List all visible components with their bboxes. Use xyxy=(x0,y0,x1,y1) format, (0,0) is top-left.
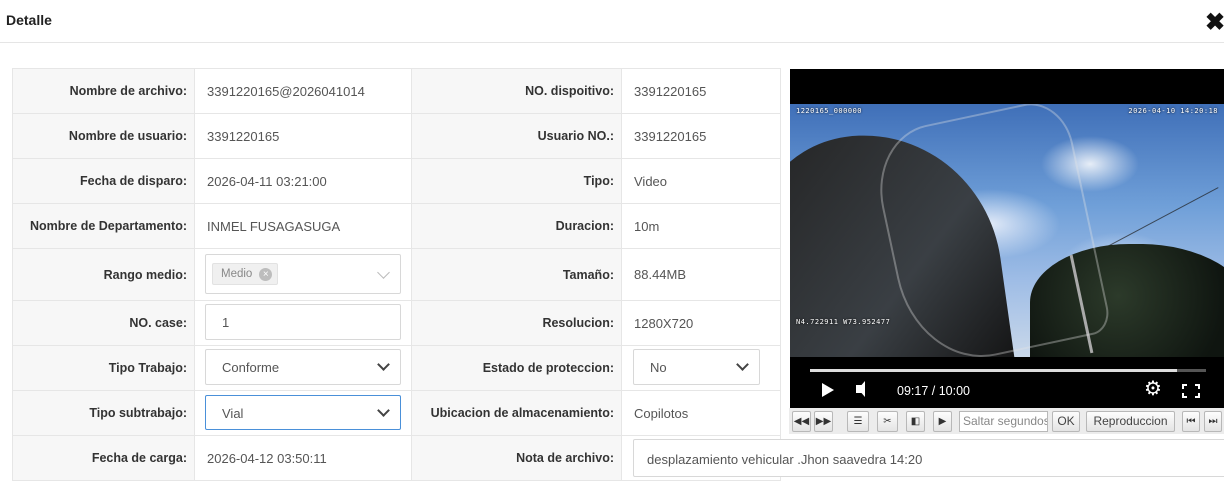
value-no-dispositivo: 3391220165 xyxy=(621,68,781,114)
next-frame-icon[interactable]: ▶ xyxy=(933,411,952,432)
estado-proteccion-value: No xyxy=(650,360,667,375)
tipo-subtrabajo-select[interactable]: Vial xyxy=(205,395,401,430)
list-icon[interactable]: ☰ xyxy=(847,411,869,432)
value-departamento: INMEL FUSAGASUGA xyxy=(194,203,412,249)
gear-icon[interactable]: ⚙ xyxy=(1144,379,1162,399)
label-tipo-trabajo: Tipo Trabajo: xyxy=(12,345,195,391)
player-controls: 09:17 / 10:00 ⚙ xyxy=(790,357,1224,408)
value-nombre-archivo: 3391220165@2026041014 xyxy=(194,68,412,114)
chevron-down-icon xyxy=(377,358,390,371)
osd-timestamp: 2026-04-10 14:20:18 xyxy=(1128,107,1218,115)
value-tipo: Video xyxy=(621,158,781,204)
label-duracion: Duracion: xyxy=(411,203,622,249)
label-tamano: Tamaño: xyxy=(411,248,622,301)
prev-frame-icon[interactable]: ◧ xyxy=(906,411,925,432)
play-icon[interactable] xyxy=(822,383,834,397)
osd-device-id: 1220165_000000 xyxy=(796,107,863,115)
value-duracion: 10m xyxy=(621,203,781,249)
osd-gps: N4.722911 W73.952477 xyxy=(796,318,891,326)
value-resolucion: 1280X720 xyxy=(621,300,781,346)
estado-proteccion-select[interactable]: No xyxy=(633,349,760,385)
tipo-trabajo-value: Conforme xyxy=(222,360,280,375)
tipo-trabajo-select[interactable]: Conforme xyxy=(205,349,401,385)
chevron-down-icon xyxy=(377,404,390,417)
label-usuario-no: Usuario NO.: xyxy=(411,113,622,159)
close-icon[interactable]: ✖ xyxy=(1205,11,1224,35)
ok-button[interactable]: OK xyxy=(1052,411,1080,432)
value-usuario-no: 3391220165 xyxy=(621,113,781,159)
rango-medio-tag: Medio × xyxy=(212,263,279,285)
value-tamano: 88.44MB xyxy=(621,248,781,301)
label-tipo-subtrabajo: Tipo subtrabajo: xyxy=(12,390,195,436)
time-display: 09:17 / 10:00 xyxy=(897,384,970,398)
chevron-down-icon xyxy=(736,358,749,371)
skip-end-icon[interactable]: ⏭ xyxy=(1204,411,1222,432)
rango-medio-tag-label: Medio xyxy=(221,268,253,280)
label-nota-archivo: Nota de archivo: xyxy=(411,435,622,481)
label-no-dispositivo: NO. dispoitivo: xyxy=(411,68,622,114)
chevron-down-icon xyxy=(377,266,390,279)
nota-archivo-value: desplazamiento vehicular .Jhon saavedra … xyxy=(647,452,923,467)
rewind-icon[interactable]: ◀◀ xyxy=(792,411,811,432)
label-ubicacion: Ubicacion de almacenamiento: xyxy=(411,390,622,436)
label-resolucion: Resolucion: xyxy=(411,300,622,346)
volume-icon[interactable] xyxy=(856,381,865,397)
dialog-title: Detalle xyxy=(6,12,52,28)
playback-toolbar: ◀◀ ▶▶ ☰ ✂ ◧ ▶ Saltar segundos OK Reprodu… xyxy=(789,408,1224,434)
skip-start-icon[interactable]: ⏮ xyxy=(1182,411,1200,432)
progress-fill xyxy=(810,369,1178,372)
tipo-subtrabajo-value: Vial xyxy=(222,406,244,421)
video-frame[interactable]: 1220165_000000 2026-04-10 14:20:18 N4.72… xyxy=(790,104,1224,357)
rango-medio-select[interactable]: Medio × xyxy=(205,254,401,294)
no-case-value: 1 xyxy=(222,315,230,330)
label-rango-medio: Rango medio: xyxy=(12,248,195,301)
value-nombre-usuario: 3391220165 xyxy=(194,113,412,159)
replay-button[interactable]: Reproduccion xyxy=(1086,411,1175,432)
video-player[interactable]: 1220165_000000 2026-04-10 14:20:18 N4.72… xyxy=(790,69,1224,408)
label-tipo: Tipo: xyxy=(411,158,622,204)
value-fecha-disparo: 2026-04-11 03:21:00 xyxy=(194,158,412,204)
progress-bar[interactable] xyxy=(810,369,1206,372)
label-fecha-disparo: Fecha de disparo: xyxy=(12,158,195,204)
remove-tag-icon[interactable]: × xyxy=(259,268,273,281)
label-nombre-archivo: Nombre de archivo: xyxy=(12,68,195,114)
nota-archivo-input[interactable]: desplazamiento vehicular .Jhon saavedra … xyxy=(633,439,1224,477)
dialog-header: Detalle ✖ xyxy=(0,0,1224,43)
fast-forward-icon[interactable]: ▶▶ xyxy=(814,411,833,432)
value-fecha-carga: 2026-04-12 03:50:11 xyxy=(194,435,412,481)
label-estado-proteccion: Estado de proteccion: xyxy=(411,345,622,391)
value-ubicacion: Copilotos xyxy=(621,390,781,436)
no-case-input[interactable]: 1 xyxy=(205,304,401,340)
seek-seconds-input[interactable]: Saltar segundos xyxy=(959,411,1048,432)
fullscreen-icon[interactable] xyxy=(1182,384,1200,398)
label-no-case: NO. case: xyxy=(12,300,195,346)
label-fecha-carga: Fecha de carga: xyxy=(12,435,195,481)
label-nombre-usuario: Nombre de usuario: xyxy=(12,113,195,159)
label-departamento: Nombre de Departamento: xyxy=(12,203,195,249)
scissors-icon[interactable]: ✂ xyxy=(877,411,898,432)
